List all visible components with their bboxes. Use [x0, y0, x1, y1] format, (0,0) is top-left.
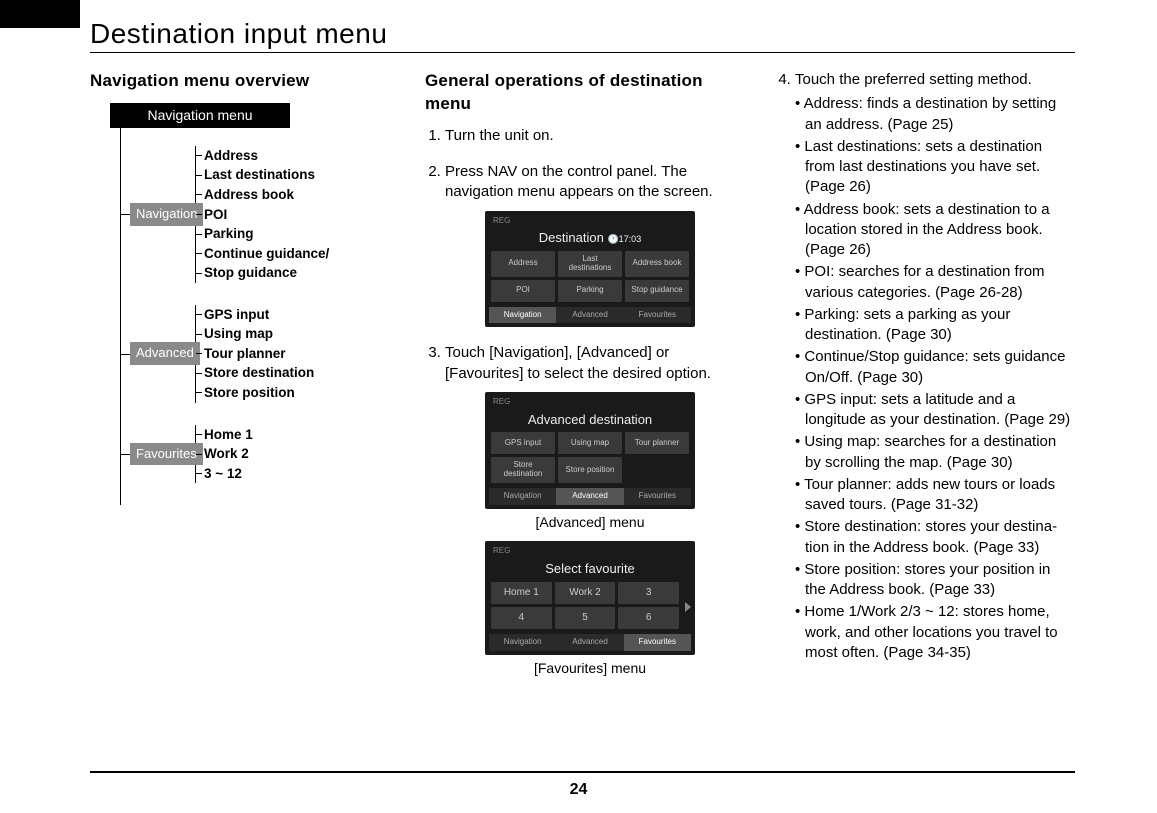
tree-cat-favourites: Favourites — [130, 443, 203, 466]
bullet: Address book: sets a destination to a lo… — [795, 200, 1075, 261]
tree-item: Work 2 — [204, 444, 253, 464]
step-3-text: Touch [Navigation], [Advanced] or [Favou… — [445, 344, 711, 381]
nav-menu-root: Navigation menu — [110, 103, 290, 128]
tree-item: Parking — [204, 224, 329, 244]
shot-btn: Work 2 — [555, 582, 616, 604]
shot-btn: 4 — [491, 607, 552, 629]
content-columns: Navigation menu overview Navigation menu… — [90, 70, 1075, 694]
bullet: Parking: sets a parking as your destinat… — [795, 305, 1075, 346]
column-general-ops: General operations of desti­nation menu … — [425, 70, 735, 694]
corner-tab — [0, 0, 80, 28]
shot-reg: REG — [493, 397, 510, 408]
shot-btn: GPS input — [491, 432, 555, 454]
bullet: Store destination: stores your destina­t… — [795, 517, 1075, 558]
tree-item: 3 ~ 12 — [204, 464, 253, 484]
tree-cat-advanced: Advanced — [130, 342, 200, 365]
shot-tab: Navigation — [489, 307, 556, 324]
tree-item: Continue guidance/ — [204, 244, 329, 264]
shot-btn: Store destination — [491, 457, 555, 483]
tree-item: Address book — [204, 185, 329, 205]
arrow-right-icon — [685, 602, 691, 612]
tree-group-advanced: Advanced GPS input Using map Tour planne… — [90, 305, 385, 403]
shot-btn: Last destinations — [558, 251, 622, 277]
shot-btn: Store position — [558, 457, 622, 483]
screenshot-favourites: REG Select favourite Home 1 Work 2 3 4 5… — [485, 541, 695, 654]
screenshot-destination: REG Destination 🕐17:03 Address Last dest… — [485, 211, 695, 328]
shot-title: Select favourite — [489, 560, 691, 578]
shot-tab: Favourites — [624, 307, 691, 324]
tree-item: Last destinations — [204, 165, 329, 185]
nav-tree: Navigation Address Last destinations Add… — [90, 146, 385, 483]
bullet: Continue/Stop guidance: sets guidance On… — [795, 347, 1075, 388]
heading-nav-overview: Navigation menu overview — [90, 70, 385, 93]
bullet: GPS input: sets a latitude and a longitu… — [795, 390, 1075, 431]
shot-tab: Navigation — [489, 488, 556, 505]
steps-list: Turn the unit on. Press NAV on the contr… — [425, 126, 735, 678]
page-title: Destination input menu — [90, 18, 387, 50]
shot-btn: 3 — [618, 582, 679, 604]
tree-item: Tour planner — [204, 344, 314, 364]
column-step4: Touch the preferred setting method. Addr… — [775, 70, 1075, 694]
shot-reg: REG — [493, 546, 510, 557]
shot3-caption: [Favourites] menu — [445, 659, 735, 678]
shot-btn: POI — [491, 280, 555, 302]
tree-item: Address — [204, 146, 329, 166]
shot-time: 17:03 — [619, 234, 642, 244]
bullet: POI: searches for a destination from var… — [795, 262, 1075, 303]
shot-tab: Favourites — [624, 488, 691, 505]
shot-tab: Favourites — [624, 634, 691, 651]
shot-title: Advanced destination — [489, 411, 691, 429]
tree-items-advanced: GPS input Using map Tour planner Store d… — [195, 305, 314, 403]
shot-btn: Address — [491, 251, 555, 277]
step-4: Touch the preferred setting method. Addr… — [795, 70, 1075, 663]
shot-btn: 6 — [618, 607, 679, 629]
tree-item: POI — [204, 205, 329, 225]
tree-group-navigation: Navigation Address Last destinations Add… — [90, 146, 385, 283]
bottom-rule — [90, 771, 1075, 773]
bullet: Using map: searches for a destina­tion b… — [795, 432, 1075, 473]
tree-items-navigation: Address Last destinations Address book P… — [195, 146, 329, 283]
tree-item: Store destination — [204, 363, 314, 383]
screenshot-advanced: REG Advanced destination GPS input Using… — [485, 392, 695, 509]
tree-item: Stop guidance — [204, 263, 329, 283]
steps-list-cont: Touch the preferred setting method. Addr… — [775, 70, 1075, 663]
step-4-bullets: Address: finds a destination by setting … — [795, 94, 1075, 663]
bullet: Address: finds a destination by setting … — [795, 94, 1075, 135]
shot-btn: Using map — [558, 432, 622, 454]
title-underline — [90, 52, 1075, 53]
tree-cat-navigation: Navigation — [130, 203, 203, 226]
page-number: 24 — [0, 781, 1157, 799]
column-nav-overview: Navigation menu overview Navigation menu… — [90, 70, 385, 694]
tree-item: Using map — [204, 324, 314, 344]
tree-item: GPS input — [204, 305, 314, 325]
bullet: Home 1/Work 2/3 ~ 12: stores home, work,… — [795, 602, 1075, 663]
shot-btn: Home 1 — [491, 582, 552, 604]
tree-item: Store position — [204, 383, 314, 403]
shot-tab: Navigation — [489, 634, 556, 651]
step-4-intro: Touch the preferred setting method. — [795, 71, 1032, 88]
bullet: Tour planner: adds new tours or loads sa… — [795, 475, 1075, 516]
shot-title: Destination — [539, 230, 604, 245]
shot-tab: Advanced — [556, 307, 623, 324]
step-3: Touch [Navigation], [Advanced] or [Favou… — [445, 343, 735, 677]
bullet: Store position: stores your position in … — [795, 560, 1075, 601]
tree-group-favourites: Favourites Home 1 Work 2 3 ~ 12 — [90, 425, 385, 484]
shot-tab: Advanced — [556, 634, 623, 651]
bullet: Last destinations: sets a destina­tion f… — [795, 137, 1075, 198]
shot-tab: Advanced — [556, 488, 623, 505]
shot-btn: Tour planner — [625, 432, 689, 454]
step-2-text: Press NAV on the control panel. The navi… — [445, 163, 713, 200]
shot-btn: Stop guidance — [625, 280, 689, 302]
step-1: Turn the unit on. — [445, 126, 735, 146]
shot-btn: Address book — [625, 251, 689, 277]
shot-btn: 5 — [555, 607, 616, 629]
shot-reg: REG — [493, 216, 510, 227]
shot2-caption: [Advanced] menu — [445, 513, 735, 532]
heading-general-ops: General operations of desti­nation menu — [425, 70, 735, 116]
tree-items-favourites: Home 1 Work 2 3 ~ 12 — [195, 425, 253, 484]
tree-item: Home 1 — [204, 425, 253, 445]
shot-btn: Parking — [558, 280, 622, 302]
step-2: Press NAV on the control panel. The navi… — [445, 162, 735, 327]
